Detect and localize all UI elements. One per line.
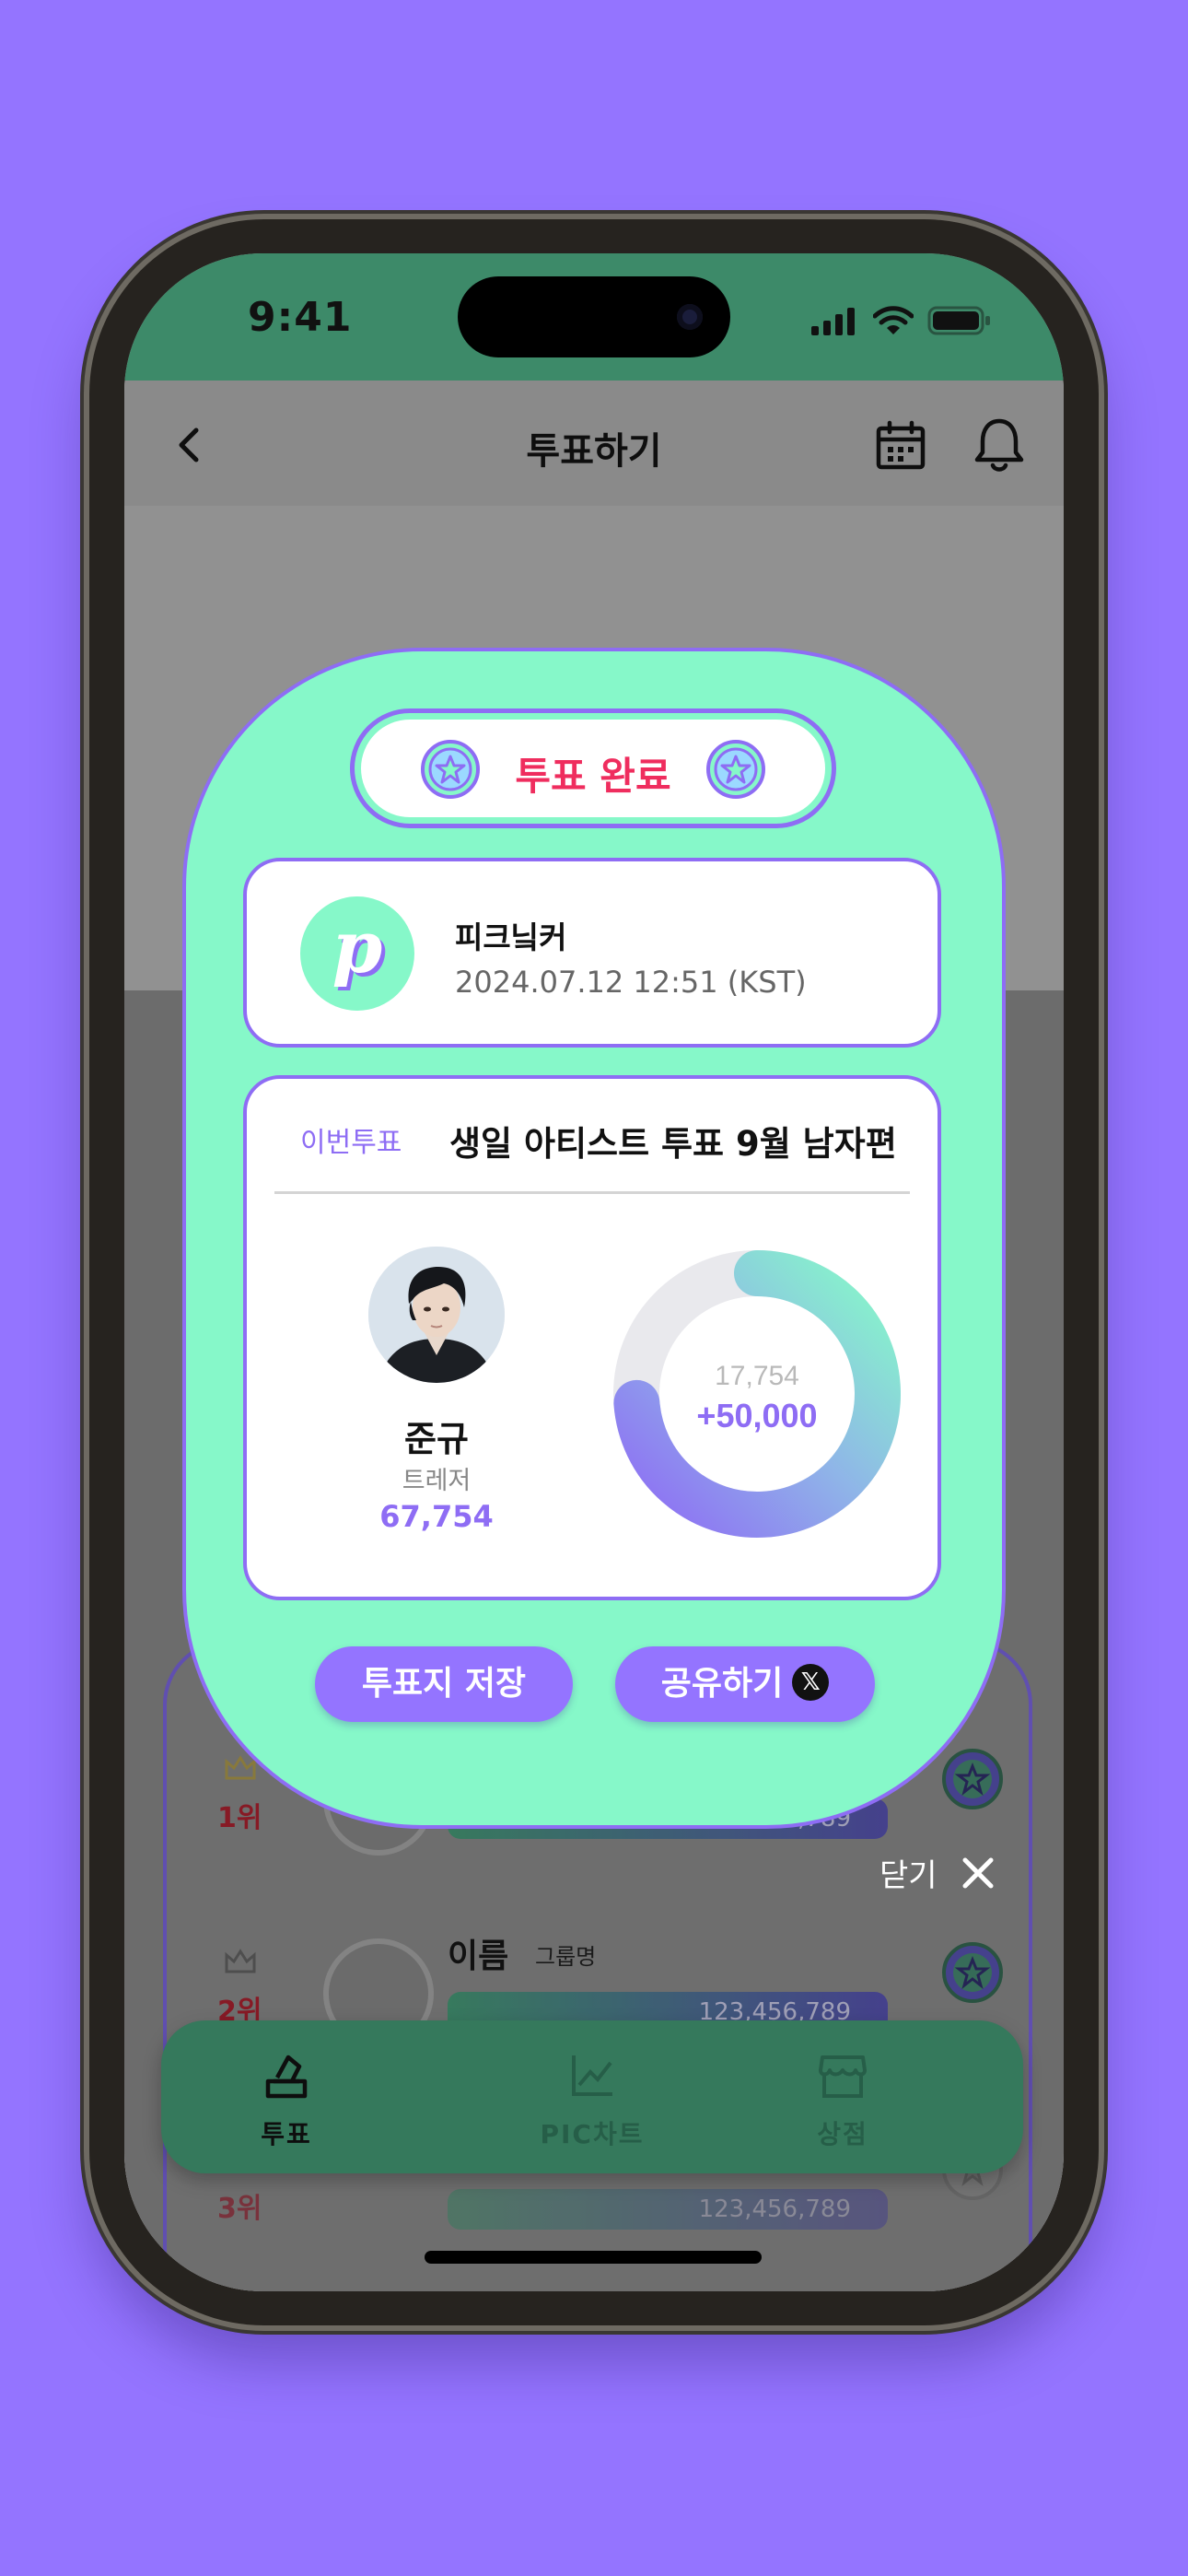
share-button[interactable]: 공유하기 𝕏 <box>615 1646 875 1722</box>
badge-inner: 투표 완료 <box>361 720 825 817</box>
battery-icon <box>927 306 990 335</box>
status-time: 9:41 <box>248 294 353 341</box>
user-name: 피크닠커 <box>455 919 567 955</box>
voter-card: p 피크닠커 2024.07.12 12:51 (KST) <box>243 858 941 1048</box>
vote-title: 생일 아티스트 투표 9월 남자편 <box>449 1124 897 1164</box>
vote-result-card: 이번투표 생일 아티스트 투표 9월 남자편 준규 트레저 67,754 17,… <box>243 1075 941 1600</box>
cellular-signal-icon <box>810 308 855 335</box>
status-icons <box>810 305 992 336</box>
artist-total-votes: 67,754 <box>379 1499 494 1534</box>
wifi-icon <box>872 306 914 334</box>
artist-name: 준규 <box>404 1419 469 1459</box>
logo-letter: p <box>332 906 383 989</box>
close-label: 닫기 <box>879 1857 938 1894</box>
vote-kicker: 이번투표 <box>300 1127 402 1159</box>
dynamic-island <box>458 276 730 357</box>
vote-complete-badge: 투표 완료 <box>350 708 836 828</box>
divider <box>274 1191 910 1194</box>
close-icon <box>962 1857 994 1888</box>
donut-previous-votes: 17,754 <box>715 1361 799 1391</box>
donut-added-votes: +50,000 <box>696 1397 817 1434</box>
vote-donut-chart: 17,754 +50,000 <box>613 1250 901 1538</box>
home-indicator <box>425 2251 762 2264</box>
star-badge-icon <box>706 740 765 799</box>
status-bar: 9:41 <box>124 253 1064 381</box>
artist-portrait-image <box>368 1247 505 1383</box>
phone-screen: 1위 123,456,789 2위 이름 그룹명 123,456,789 3위 … <box>124 253 1064 2291</box>
x-logo-icon: 𝕏 <box>792 1664 830 1701</box>
artist-group: 트레저 <box>402 1467 472 1495</box>
camera-icon <box>677 304 703 330</box>
artist-photo <box>368 1247 505 1383</box>
vote-complete-modal: 투표 완료 p 피크닠커 2024.07.12 12:51 (KST) 이번투표… <box>182 648 1006 1829</box>
user-logo: p <box>300 896 414 1011</box>
share-button-label: 공유하기 <box>660 1665 784 1703</box>
vote-datetime: 2024.07.12 12:51 (KST) <box>455 965 807 1000</box>
close-button[interactable]: 닫기 <box>879 1850 995 1895</box>
save-ballot-button[interactable]: 투표지 저장 <box>315 1646 573 1722</box>
